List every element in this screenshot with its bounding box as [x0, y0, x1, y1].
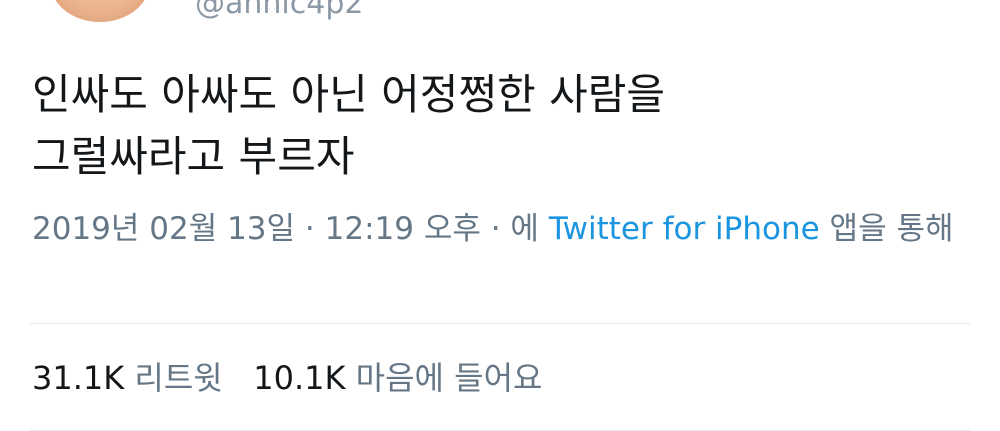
retweets-label: 리트윗	[134, 359, 223, 397]
tweet-time: 12:19 오후	[324, 211, 481, 247]
tweet-meta: 2019년 02월 13일 · 12:19 오후 · 에 Twitter for…	[32, 204, 962, 254]
author-handle[interactable]: @ahnic4p2	[195, 0, 363, 21]
tweet-text-line-2: 그럴싸라고 부르자	[32, 132, 355, 181]
retweets-stat[interactable]: 31.1K 리트윗	[32, 359, 223, 397]
avatar[interactable]	[50, 0, 150, 22]
likes-stat[interactable]: 10.1K 마음에 들어요	[253, 359, 542, 397]
likes-label: 마음에 들어요	[355, 359, 543, 397]
via-prefix: 에	[510, 211, 539, 247]
source-link[interactable]: Twitter for iPhone	[549, 211, 820, 247]
via-suffix: 앱을	[829, 211, 887, 247]
via-suffix: 통해	[896, 211, 954, 247]
meta-separator: ·	[480, 211, 511, 247]
likes-count: 10.1K	[253, 359, 346, 397]
divider	[30, 323, 970, 324]
tweet-text-line-1: 인싸도 아싸도 아닌 어정쩡한 사람을	[32, 70, 666, 119]
retweets-count: 31.1K	[32, 359, 125, 397]
meta-separator: ·	[295, 211, 325, 247]
tweet-date: 2019년 02월 13일	[32, 211, 296, 247]
tweet-text: 인싸도 아싸도 아닌 어정쩡한 사람을 그럴싸라고 부르자	[32, 64, 952, 188]
tweet-stats: 31.1K 리트윗 10.1K 마음에 들어요	[32, 354, 542, 402]
